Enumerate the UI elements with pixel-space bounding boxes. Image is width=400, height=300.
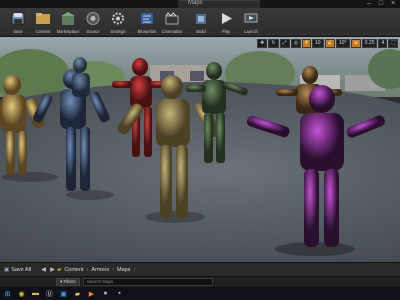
media-icon[interactable]: ▶ [86,289,97,299]
cinematics-icon [165,12,179,25]
translate-tool-icon[interactable]: ✥ [257,39,268,48]
breadcrumb-item-maps[interactable]: Maps [117,267,130,273]
content-browser-pathbar: ▣ Save All ◀ ▶ ▰ Content › Armors › Maps… [0,262,400,276]
unreal-engine-icon[interactable]: Ⓤ [44,289,55,299]
cinematics-label: Cinematics [161,29,183,34]
chrome-icon[interactable]: ◉ [16,289,27,299]
save-icon [11,12,25,25]
main-toolbar: Save Content Marketplace Source Settings… [0,8,400,37]
maximize-icon[interactable]: □ [376,0,386,8]
grid-snap-toggle[interactable]: # [301,39,311,48]
breadcrumb-item-armors[interactable]: Armors [91,267,109,273]
camera-speed[interactable]: 4 [378,39,388,48]
maximize-viewport-icon[interactable]: ⛶ [388,39,398,48]
minimize-icon[interactable]: – [364,0,374,8]
green-armor-character [186,62,248,163]
scale-tool-icon[interactable]: ⤢ [279,39,290,48]
search-input[interactable]: Search Maps [82,278,213,286]
forward-arrow-icon[interactable]: ▶ [48,266,57,273]
save-all-button[interactable]: ▣ Save All [4,267,31,273]
breadcrumb: ▰ Content › Armors › Maps › [57,267,138,273]
settings-button[interactable]: Settings [106,8,130,37]
launch-label: Launch [244,29,258,34]
blueprints-icon [141,13,153,24]
scale-snap-value[interactable]: 0.25 [361,39,378,48]
build-icon [196,14,206,24]
level-tab-label: Maps [188,0,203,6]
rotate-snap-value[interactable]: 10° [335,39,350,48]
level-viewport[interactable]: ✥ ↻ ⤢ ◎ # 10 ∠ 10° ⇲ 0.25 4 ⛶ [0,37,400,262]
save-all-icon: ▣ [4,266,10,273]
content-browser-filterbar: ▾ Filters Search Maps [0,276,400,287]
marketplace-icon [61,12,75,25]
source-control-icon [86,12,100,25]
blue-armor-character-2 [72,57,90,97]
grid-snap-value[interactable]: 10 [311,39,324,48]
launch-icon [244,13,258,23]
save-all-label: Save All [11,266,32,273]
file-explorer-icon[interactable]: ▬ [30,289,41,299]
rotate-snap-toggle[interactable]: ∠ [324,39,335,48]
breadcrumb-separator-icon: › [86,266,89,273]
gold-armor-character [0,75,45,175]
filters-button[interactable]: ▾ Filters [56,278,80,286]
window-controls: – □ × [364,0,398,8]
launch-button[interactable]: Launch [239,8,263,37]
content-icon [36,13,50,24]
breadcrumb-separator-icon: › [112,266,114,273]
back-arrow-icon[interactable]: ◀ [39,266,48,273]
breadcrumb-separator-icon: › [133,266,136,273]
close-icon[interactable]: × [388,0,398,8]
breadcrumb-item-content[interactable]: Content [64,267,83,273]
scale-snap-toggle[interactable]: ⇲ [350,39,361,48]
armor-characters [0,57,385,256]
title-bar: Maps – □ × [0,0,400,8]
rotate-tool-icon[interactable]: ↻ [268,39,279,48]
folder-icon: ▰ [57,266,62,273]
photoshop-icon[interactable]: ▣ [58,289,69,299]
world-space-icon[interactable]: ◎ [290,39,301,48]
play-icon [222,13,232,24]
settings-label: Settings [110,29,126,34]
folder-icon[interactable]: ▰ [72,289,83,299]
cinematics-button[interactable]: Cinematics [160,8,184,37]
purple-armor-character [246,85,385,247]
app-icon[interactable]: ▪ [114,289,125,299]
settings-icon [112,12,124,25]
filter-icon: ▾ [60,279,63,284]
steam-icon[interactable]: ● [100,289,111,299]
os-taskbar: ⊞ ◉ ▬ Ⓤ ▣ ▰ ▶ ● ▪ [0,287,400,300]
unreal-editor-window: Maps – □ × Save Content Marketplace Sour… [0,0,400,300]
level-tab[interactable]: Maps [178,0,260,8]
filters-label: Filters [63,279,76,284]
viewport-toolbar: ✥ ↻ ⤢ ◎ # 10 ∠ 10° ⇲ 0.25 4 ⛶ [257,39,398,49]
windows-start-icon[interactable]: ⊞ [2,289,13,299]
